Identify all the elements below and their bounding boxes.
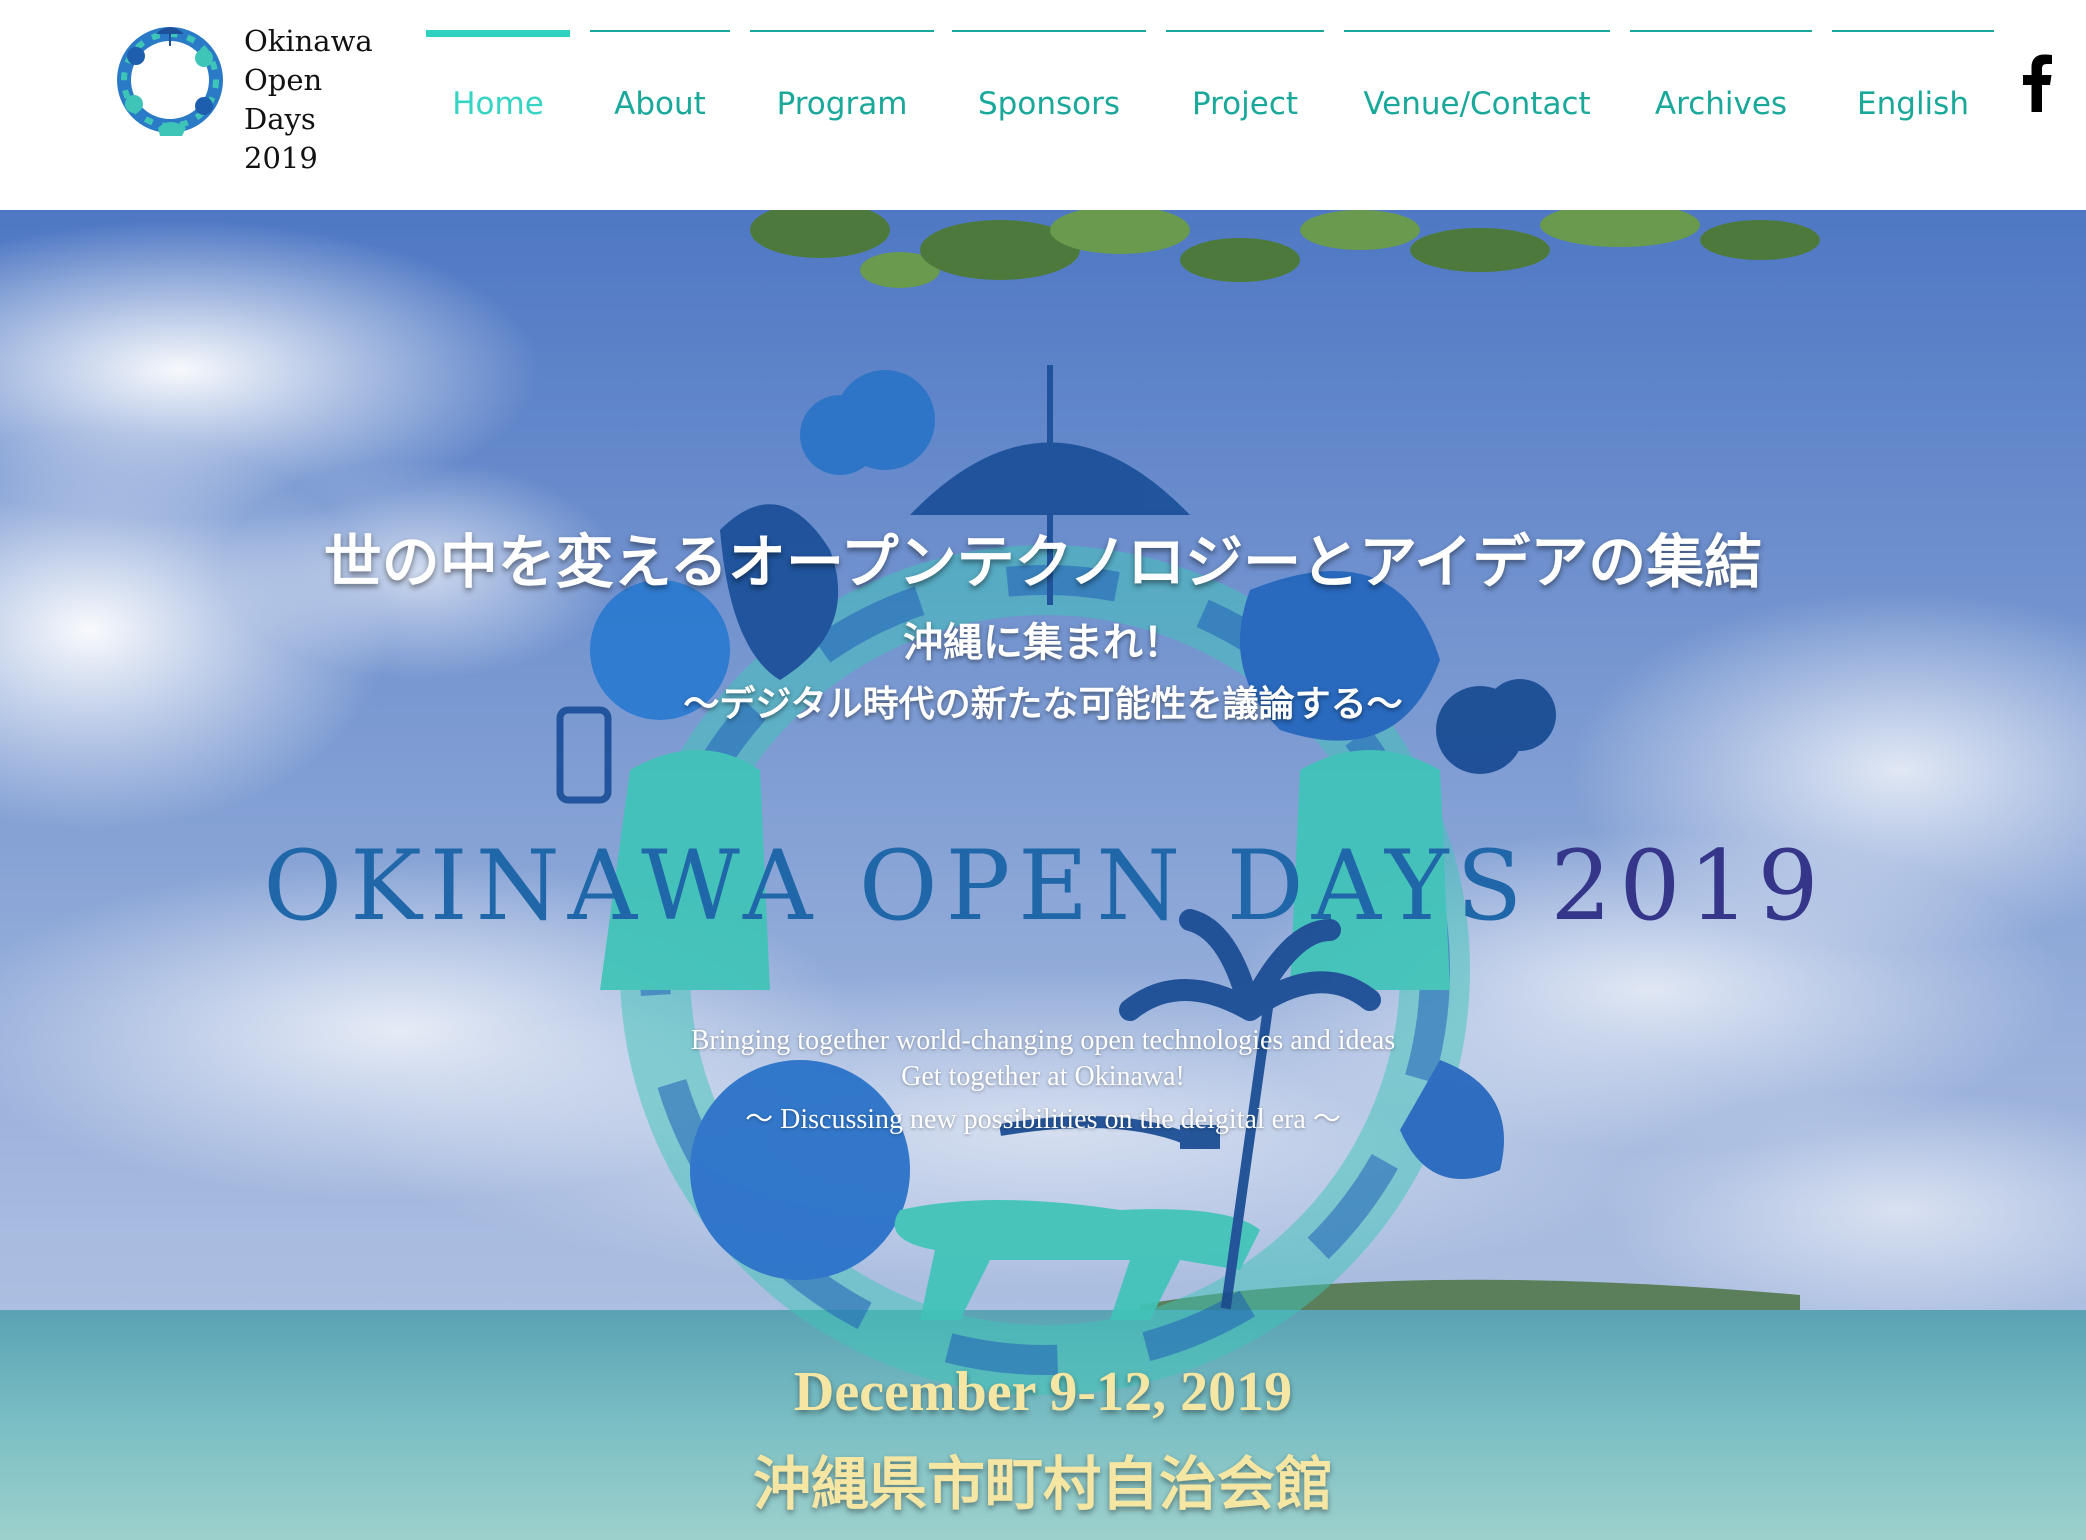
nav-indicator	[1832, 30, 1994, 32]
nav-indicator	[1630, 30, 1812, 32]
hero-subtitle-ja-1: 沖縄に集まれ！	[903, 619, 1183, 666]
nav-indicator	[952, 30, 1146, 32]
facebook-icon[interactable]	[2016, 52, 2056, 112]
nav-label: Venue/Contact	[1363, 86, 1591, 122]
nav-item-sponsors[interactable]: Sponsors	[952, 30, 1146, 140]
nav-label: Archives	[1654, 86, 1788, 122]
hero-title-ja: 世の中を変えるオープンテクノロジーとアイデアの集結	[323, 528, 1763, 596]
hero-tagline-en-1: Bringing together world-changing open te…	[690, 1025, 1396, 1056]
nav-item-home[interactable]: Home	[426, 30, 570, 140]
site-header: Okinawa Open Days 2019 Home About Progra…	[0, 0, 2086, 210]
nav-label: English	[1857, 86, 1969, 122]
event-logo-text: OKINAWA OPEN DAYS 2019	[220, 830, 1870, 942]
event-date: December 9-12, 2019	[793, 1361, 1293, 1423]
nav-indicator	[1344, 30, 1610, 32]
nav-item-venue-contact[interactable]: Venue/Contact	[1344, 30, 1610, 140]
event-logo-name: OKINAWA OPEN DAYS	[263, 830, 1531, 942]
site-title-line-1: Okinawa	[244, 24, 373, 58]
nav-label: Project	[1191, 86, 1299, 122]
nav-item-project[interactable]: Project	[1166, 30, 1324, 140]
nav-indicator	[426, 30, 570, 37]
nav-label: Home	[452, 86, 544, 122]
hero-subtitle-ja-2: 〜デジタル時代の新たな可能性を議論する〜	[683, 683, 1403, 725]
hero-tagline-en-2: Get together at Okinawa!	[901, 1061, 1185, 1092]
event-venue: 沖縄県市町村自治会館	[752, 1450, 1333, 1518]
nav-item-english[interactable]: English	[1832, 30, 1994, 140]
site-title-line-2: Open	[244, 63, 323, 97]
event-logo-year: 2019	[1550, 830, 1827, 942]
hero-banner: 世の中を変えるオープンテクノロジーとアイデアの集結 沖縄に集まれ！ 〜デジタル時…	[0, 210, 2086, 1540]
nav-item-program[interactable]: Program	[750, 30, 934, 140]
site-title-line-3: Days 2019	[244, 102, 318, 175]
nav-item-archives[interactable]: Archives	[1630, 30, 1812, 140]
nav-label: Program	[776, 86, 908, 122]
nav-label: About	[614, 86, 706, 122]
wreath-logo-icon	[117, 27, 223, 136]
nav-indicator	[590, 30, 730, 32]
hero-tagline-en-3: 〜 Discussing new possibilities on the de…	[745, 1104, 1341, 1135]
site-title: Okinawa Open Days 2019	[244, 22, 396, 178]
site-logo[interactable]: Okinawa Open Days 2019	[106, 16, 396, 175]
nav-indicator	[750, 30, 934, 32]
nav-item-about[interactable]: About	[590, 30, 730, 140]
nav-indicator	[1166, 30, 1324, 32]
nav-label: Sponsors	[978, 86, 1120, 122]
